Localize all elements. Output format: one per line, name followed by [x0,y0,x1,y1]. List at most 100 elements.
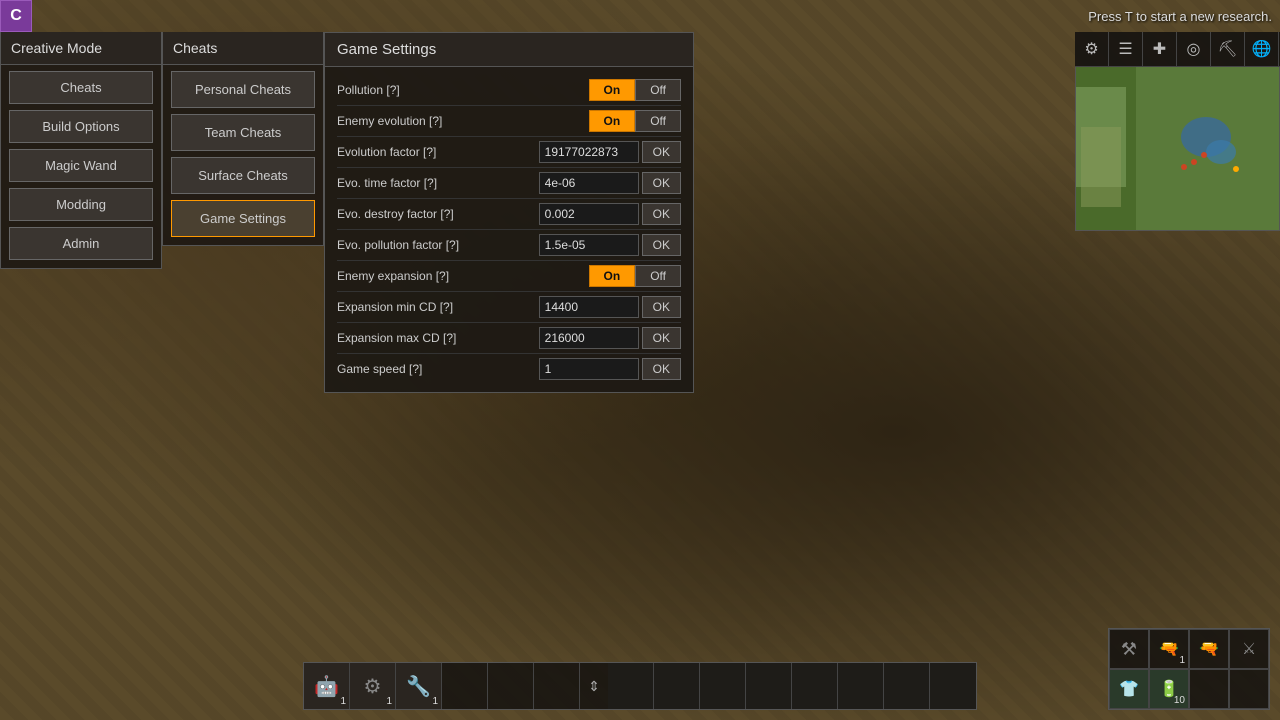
evolution-factor-input[interactable] [539,141,639,163]
gun2-icon: 🔫 [1199,639,1219,659]
enemy-evolution-toggle: On Off [589,110,681,132]
cm-btn-cheats[interactable]: Cheats [9,71,153,104]
cm-btn-modding[interactable]: Modding [9,188,153,221]
team-cheats-btn[interactable]: Team Cheats [171,114,315,151]
creative-mode-panel: Creative Mode Cheats Build Options Magic… [0,32,162,269]
hotbar-slot-2[interactable]: ⚙ 1 [350,663,396,709]
hotbar-divider[interactable]: ⇕ [580,663,608,709]
minimap [1075,66,1280,231]
add-icon[interactable]: ✚ [1143,32,1177,66]
evo-time-factor-ok[interactable]: OK [642,172,681,194]
creative-mode-title: Creative Mode [1,32,161,65]
sword-icon: ⚔ [1242,639,1256,659]
hotbar-icon-1: 🤖 [314,674,339,699]
hotbar-slot-8[interactable] [654,663,700,709]
equipment-panel: ⚒ 🔫 1 🔫 ⚔ 👕 🔋 10 [1108,628,1270,710]
eq-slot-empty2[interactable] [1229,669,1269,709]
evo-pollution-factor-ok[interactable]: OK [642,234,681,256]
enemy-exp-off-btn[interactable]: Off [635,265,681,287]
enemy-exp-on-btn[interactable]: On [589,265,636,287]
eq-slot-battery[interactable]: 🔋 10 [1149,669,1189,709]
pollution-on-btn[interactable]: On [589,79,636,101]
factory-icon[interactable]: ⛏ [1211,32,1245,66]
hotbar-count-2: 1 [386,696,392,707]
globe-icon[interactable]: 🌐 [1245,32,1279,66]
hotbar-slot-14[interactable] [930,663,976,709]
armor-icon: 👕 [1119,679,1139,699]
hotbar-slot-10[interactable] [746,663,792,709]
personal-cheats-btn[interactable]: Personal Cheats [171,71,315,108]
eq-slot-empty1[interactable] [1189,669,1229,709]
expansion-max-cd-controls: OK [539,327,681,349]
expansion-min-cd-input[interactable] [539,296,639,318]
pickaxe-icon: ⚒ [1121,639,1137,660]
expansion-min-cd-row: Expansion min CD [?] OK [337,292,681,323]
enemy-expansion-controls: On Off [589,265,681,287]
game-settings-body: Pollution [?] On Off Enemy evolution [?]… [325,67,693,392]
hotbar-slot-7[interactable] [608,663,654,709]
hotbar-count-3: 1 [432,696,438,707]
evo-pollution-factor-input[interactable] [539,234,639,256]
top-bar: Press T to start a new research. [0,0,1280,32]
expansion-max-cd-input[interactable] [539,327,639,349]
hotbar-slot-1[interactable]: 🤖 1 [304,663,350,709]
evo-time-factor-input[interactable] [539,172,639,194]
eq-slot-gun2[interactable]: 🔫 [1189,629,1229,669]
evo-destroy-factor-label: Evo. destroy factor [?] [337,207,539,221]
enemy-evolution-controls: On Off [589,110,681,132]
game-speed-label: Game speed [?] [337,362,539,376]
hotbar-icon-3: 🔧 [406,674,431,699]
hotbar-slot-5[interactable] [488,663,534,709]
list-icon[interactable]: ☰ [1109,32,1143,66]
pollution-row: Pollution [?] On Off [337,75,681,106]
cm-btn-magic-wand[interactable]: Magic Wand [9,149,153,182]
hotbar-slot-4[interactable] [442,663,488,709]
toolbar-icons: ⚙ ☰ ✚ ◎ ⛏ 🌐 [1075,32,1280,67]
expansion-max-cd-ok[interactable]: OK [642,327,681,349]
cm-btn-admin[interactable]: Admin [9,227,153,260]
hotbar-slot-11[interactable] [792,663,838,709]
expansion-min-cd-controls: OK [539,296,681,318]
surface-cheats-btn[interactable]: Surface Cheats [171,157,315,194]
hotbar-count-1: 1 [340,696,346,707]
game-speed-input[interactable] [539,358,639,380]
cheats-panel: Cheats Personal Cheats Team Cheats Surfa… [162,32,324,246]
enemy-evo-off-btn[interactable]: Off [635,110,681,132]
logo-button[interactable]: C [0,0,32,32]
expansion-min-cd-ok[interactable]: OK [642,296,681,318]
hotbar-slot-6[interactable] [534,663,580,709]
hotbar-slot-3[interactable]: 🔧 1 [396,663,442,709]
research-notification: Press T to start a new research. [1088,9,1272,24]
evo-time-factor-label: Evo. time factor [?] [337,176,539,190]
pollution-toggle: On Off [589,79,681,101]
settings-icon[interactable]: ⚙ [1075,32,1109,66]
eq-slot-pickaxe[interactable]: ⚒ [1109,629,1149,669]
evolution-factor-ok[interactable]: OK [642,141,681,163]
pollution-off-btn[interactable]: Off [635,79,681,101]
game-settings-btn[interactable]: Game Settings [171,200,315,237]
pollution-label: Pollution [?] [337,83,589,97]
game-speed-row: Game speed [?] OK [337,354,681,384]
pollution-controls: On Off [589,79,681,101]
game-speed-ok[interactable]: OK [642,358,681,380]
map-pin-icon[interactable]: ◎ [1177,32,1211,66]
battery-count: 10 [1174,695,1185,706]
evo-destroy-factor-input[interactable] [539,203,639,225]
hotbar-slot-9[interactable] [700,663,746,709]
evo-destroy-factor-controls: OK [539,203,681,225]
hotbar-icon-2: ⚙ [364,674,382,699]
evo-time-factor-controls: OK [539,172,681,194]
cm-btn-build-options[interactable]: Build Options [9,110,153,143]
evo-destroy-factor-ok[interactable]: OK [642,203,681,225]
game-settings-panel: Game Settings Pollution [?] On Off Enemy… [324,32,694,393]
enemy-evolution-label: Enemy evolution [?] [337,114,589,128]
hotbar-slot-12[interactable] [838,663,884,709]
eq-slot-armor[interactable]: 👕 [1109,669,1149,709]
evolution-factor-controls: OK [539,141,681,163]
hotbar-slot-13[interactable] [884,663,930,709]
eq-slot-sword[interactable]: ⚔ [1229,629,1269,669]
evo-pollution-factor-controls: OK [539,234,681,256]
eq-slot-pistol[interactable]: 🔫 1 [1149,629,1189,669]
enemy-evo-on-btn[interactable]: On [589,110,636,132]
enemy-expansion-row: Enemy expansion [?] On Off [337,261,681,292]
